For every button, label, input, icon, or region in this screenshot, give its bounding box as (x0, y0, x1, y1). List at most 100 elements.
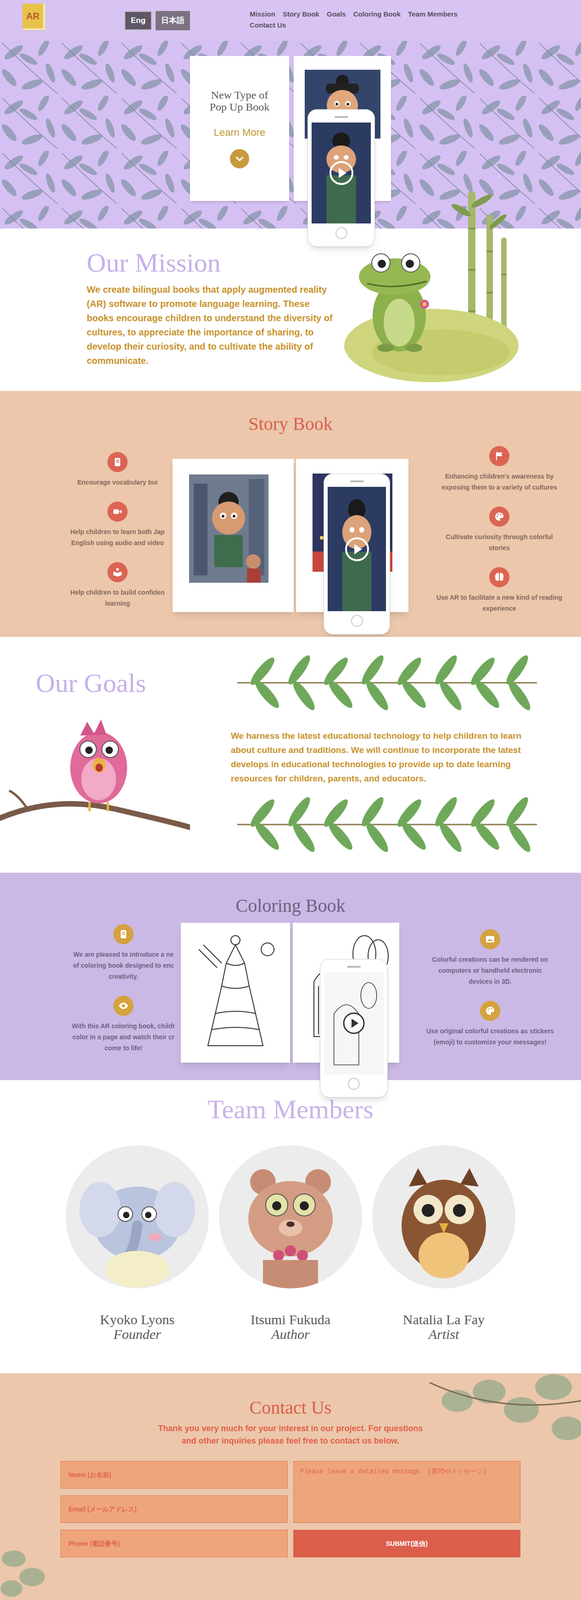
phone-speaker (346, 966, 361, 968)
member-avatar (65, 1145, 209, 1289)
video-icon (107, 501, 128, 522)
play-icon[interactable] (311, 122, 371, 224)
story-book-section: Story Book Encourage vocabulary bui Help … (0, 391, 581, 637)
phone-home-button (335, 227, 348, 240)
feature-text: creativity. (108, 971, 139, 983)
learn-more-link[interactable]: Learn More (213, 124, 266, 140)
phone-home-button (347, 1078, 360, 1090)
mission-title: Our Mission (86, 249, 581, 277)
name-input[interactable] (60, 1461, 288, 1489)
leaves-decoration (234, 792, 540, 857)
feature-item: We are pleased to introduce a neof color… (66, 924, 181, 983)
mission-section: Our Mission We create bilingual books th… (0, 228, 581, 392)
story-book-pages (172, 458, 409, 613)
team-member: Natalia La FayArtist (372, 1145, 516, 1342)
feature-text: of coloring book designed to enc (72, 960, 174, 972)
language-button[interactable]: Eng (124, 11, 152, 31)
hero-media-panel (293, 55, 392, 202)
feature-text: Cultivate curiosity through colorful (445, 531, 553, 543)
feature-text: Use original colorful creations as stick… (426, 1025, 554, 1037)
contact-title: Contact Us (0, 1397, 581, 1419)
feature-text: With this AR coloring book, childr (72, 1020, 176, 1032)
nav-link[interactable]: Coloring Book (353, 9, 401, 20)
feature-text: color in a page and watch their cr (72, 1031, 175, 1043)
feature-item: Use original colorful creations as stick… (413, 1000, 568, 1048)
team-member: Kyoko LyonsFounder (65, 1145, 209, 1342)
story-features-right: Enhancing children's awareness byexposin… (419, 446, 579, 615)
email-input[interactable] (60, 1495, 288, 1524)
play-icon[interactable] (324, 972, 384, 1075)
top-nav: AR Eng日本語 Mission Story Book Goals Coloring… (0, 0, 581, 41)
eye-icon (113, 995, 134, 1017)
coloring-features-right: Colorful creations can be rendered oncom… (413, 929, 568, 1063)
phone-mockup (319, 959, 388, 1098)
member-name: Natalia La Fay (402, 1312, 485, 1328)
message-input[interactable] (293, 1461, 521, 1524)
coloring-book-title: Coloring Book (0, 895, 581, 917)
language-button[interactable]: 日本語 (155, 11, 190, 31)
nav-link[interactable]: Team Members (407, 9, 458, 20)
feature-text: exposing them to a variety of cultures (441, 481, 558, 493)
story-book-title: Story Book (0, 413, 581, 435)
feature-item: Help children to learn both JapEnglish u… (62, 501, 173, 549)
feature-text: We are pleased to introduce a ne (73, 949, 174, 961)
feature-item: Enhancing children's awareness byexposin… (419, 446, 579, 493)
book-icon (107, 452, 128, 473)
feature-item: Use AR to facilitate a new kind of readi… (419, 567, 579, 615)
feature-text: Enhancing children's awareness by (445, 470, 554, 482)
phone-home-button (351, 614, 364, 627)
goals-title: Our Goals (0, 670, 231, 697)
nav-link[interactable]: Mission (249, 9, 276, 20)
feature-text: come to life! (104, 1042, 143, 1054)
feature-text: learning (105, 597, 130, 609)
team-title: Team Members (0, 1096, 581, 1123)
member-name: Itsumi Fukuda (250, 1312, 331, 1328)
nav-link[interactable]: Story Book (282, 9, 320, 20)
palette-icon (480, 1000, 501, 1022)
nav-link[interactable]: Contact Us (249, 20, 286, 31)
feature-text: Use AR to facilitate a new kind of readi… (436, 592, 563, 604)
phone-mockup (307, 109, 375, 247)
crocodile-illustration (330, 187, 524, 390)
play-icon[interactable] (327, 486, 386, 612)
feature-item: Encourage vocabulary bui (62, 452, 173, 488)
palette-icon (489, 506, 510, 527)
hero-text-panel: New Type of Pop Up Book Learn More (189, 55, 290, 202)
feature-text: Help children to learn both Jap (70, 526, 165, 538)
reader-icon (107, 562, 128, 583)
phone-input[interactable] (60, 1530, 288, 1558)
goals-text: We harness the latest educational techno… (230, 728, 548, 786)
feature-text: computers or handheld electronic (438, 965, 542, 977)
phone-speaker (334, 116, 349, 118)
hero: New Type of Pop Up Book Learn More (0, 40, 581, 229)
submit-button[interactable]: SUBMIT(送信) (293, 1530, 521, 1558)
contact-text: Thank you very much for your interest in… (155, 1422, 426, 1448)
member-avatar (218, 1145, 363, 1289)
feature-text: stories (488, 542, 510, 554)
member-avatar (372, 1145, 516, 1289)
member-role: Artist (428, 1327, 460, 1342)
book-page (180, 922, 291, 1063)
feature-text: devices in 3D. (468, 976, 512, 988)
story-features-left: Encourage vocabulary bui Help children to… (62, 452, 173, 615)
feature-text: (emoji) to customize your messages! (433, 1036, 547, 1048)
image-icon (480, 929, 501, 950)
feature-item: Colorful creations can be rendered oncom… (413, 929, 568, 988)
team-list: Kyoko LyonsFounderItsumi FukudaAuthorNat… (0, 1145, 581, 1342)
nav-link[interactable]: Goals (326, 9, 347, 20)
contact-form: SUBMIT(送信) (60, 1461, 521, 1558)
coloring-book-section: Coloring Book We are pleased to introduc… (0, 872, 581, 1081)
member-name: Kyoko Lyons (100, 1312, 175, 1328)
feature-text: Help children to build confiden (70, 586, 165, 598)
feature-text: experience (482, 603, 516, 615)
logo[interactable]: AR (22, 3, 46, 31)
phone-speaker (350, 480, 364, 483)
phone-mockup (323, 473, 391, 635)
chevron-down-icon[interactable] (229, 149, 250, 169)
feature-item: Help children to build confidenlearning (62, 562, 173, 609)
feature-item: With this AR coloring book, childrcolor … (66, 995, 181, 1054)
leaf-pattern (0, 40, 581, 229)
team-section: Team Members Kyoko LyonsFounder Itsumi Fu… (0, 1080, 581, 1374)
mission-text: We create bilingual books that apply aug… (86, 282, 337, 369)
contact-section: Contact Us Thank you very much for your … (0, 1373, 581, 1600)
